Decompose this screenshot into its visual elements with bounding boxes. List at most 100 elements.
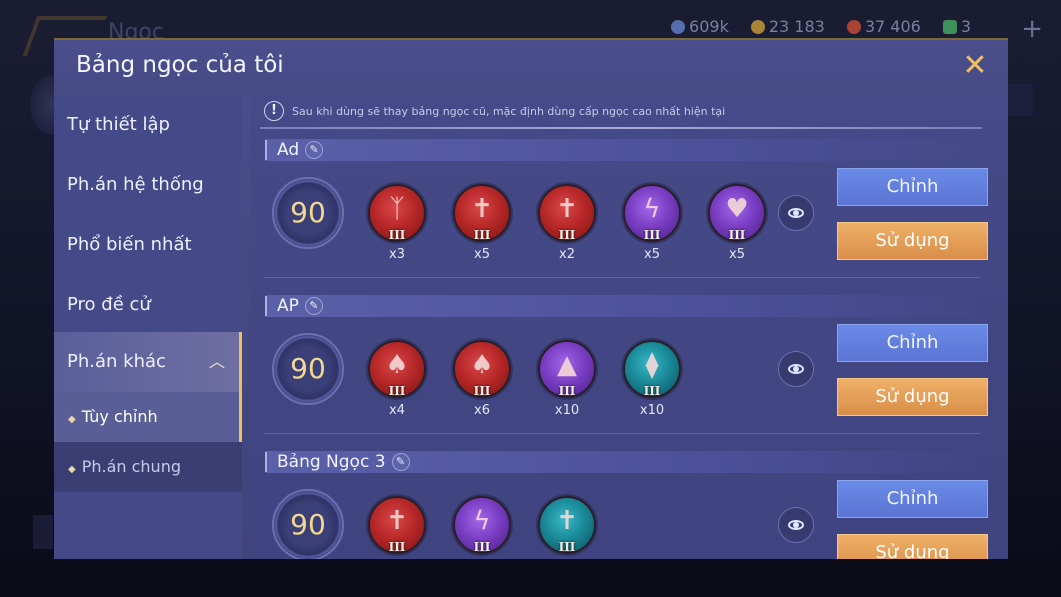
rune-sets-panel: ! Sau khi dùng sẽ thay bảng ngọc cũ, mặc… — [250, 95, 1008, 559]
rune-gem[interactable]: ϟ III — [453, 496, 511, 554]
background-panel-edge — [33, 515, 53, 549]
gem-tier: III — [388, 384, 406, 398]
rune-set-name: AP — [277, 296, 299, 316]
gem-tier: III — [643, 228, 661, 242]
background-side-panel — [1005, 84, 1033, 116]
crystal-icon: ⧫ — [645, 350, 659, 380]
gem-count: x2 — [559, 247, 575, 262]
sidebar-item-other-plans[interactable]: Ph.án khác ︿ — [54, 332, 242, 392]
modal-header: Bảng ngọc của tôi ✕ — [54, 40, 1008, 95]
drop-icon: ▲ — [557, 350, 577, 380]
divider — [260, 127, 982, 129]
gem-tier: III — [643, 384, 661, 398]
rune-gem[interactable]: ♠ III — [368, 340, 426, 398]
sword-icon: ✝ — [471, 194, 493, 224]
rune-set-header: Ad ✎ — [265, 139, 981, 161]
edit-button[interactable]: Chỉnh — [837, 324, 988, 362]
gem-count: x5 — [729, 247, 745, 262]
level-badge: 90 — [272, 177, 344, 249]
gem-tier: III — [558, 228, 576, 242]
sidebar-item-pro-recommended[interactable]: Pro đề cử — [54, 275, 242, 335]
ruby-icon — [846, 19, 861, 34]
header-marker — [265, 140, 267, 160]
pencil-icon[interactable]: ✎ — [391, 453, 410, 471]
rune-gem[interactable]: ϟ III — [623, 184, 681, 242]
notice: ! Sau khi dùng sẽ thay bảng ngọc cũ, mặc… — [264, 101, 725, 121]
sidebar: Tự thiết lập Ph.án hệ thống Phổ biến nhấ… — [54, 95, 242, 559]
rune-gem[interactable]: ♥ III — [708, 184, 766, 242]
gem-count: x5 — [644, 247, 660, 262]
gem-tier: III — [558, 384, 576, 398]
rune-set-name: Bảng Ngọc 3 — [277, 452, 386, 472]
currency-ruby: 37 406 — [846, 17, 921, 36]
divider — [264, 433, 980, 434]
gem-tier: III — [728, 228, 746, 242]
sidebar-item-most-popular[interactable]: Phổ biến nhất — [54, 215, 242, 275]
level-badge: 90 — [272, 333, 344, 405]
sidebar-subitem-custom[interactable]: ◆ Tùy chỉnh — [54, 392, 242, 442]
rune-gem[interactable]: ⧫ III — [623, 340, 681, 398]
notice-text: Sau khi dùng sẽ thay bảng ngọc cũ, mặc đ… — [292, 104, 726, 118]
currency-coin: 609k — [671, 17, 729, 36]
rune-set-header: Bảng Ngọc 3 ✎ — [265, 451, 981, 473]
eye-pupil — [793, 366, 799, 372]
chevron-up-icon: ︿ — [208, 352, 225, 371]
spade-icon: ♠ — [385, 350, 409, 380]
level-badge: 90 — [272, 489, 344, 559]
use-button[interactable]: Sử dụng — [837, 222, 988, 260]
rune-set: Bảng Ngọc 3 ✎ 90 ✝ III ϟ III ✝ III Chỉnh Sử… — [250, 451, 1008, 559]
edit-button[interactable]: Chỉnh — [837, 480, 988, 518]
gem-count: x10 — [554, 403, 580, 418]
gold-icon — [750, 19, 765, 34]
rune-gem[interactable]: ᛉ III — [368, 184, 426, 242]
spade-icon: ♠ — [470, 350, 494, 380]
rune-set-header: AP ✎ — [265, 295, 981, 317]
rune-gem[interactable]: ✝ III — [538, 184, 596, 242]
gem-tier: III — [473, 228, 491, 242]
gem-tier: III — [473, 384, 491, 398]
rune-set: Ad ✎ 90 ᛉ III x3 ✝ III x5 ✝ III x2 ϟ III x5 … — [250, 139, 1008, 296]
sidebar-item-system-plan[interactable]: Ph.án hệ thống — [54, 155, 242, 215]
gem-count: x4 — [389, 403, 405, 418]
use-button[interactable]: Sử dụng — [837, 534, 988, 559]
preview-eye-button[interactable] — [778, 195, 814, 231]
currency-gold: 23 183 — [750, 17, 825, 36]
bullet-icon: ◆ — [68, 414, 76, 425]
modal-title: Bảng ngọc của tôi — [76, 52, 284, 78]
divider — [264, 277, 980, 278]
header-marker — [265, 296, 267, 316]
preview-eye-button[interactable] — [778, 351, 814, 387]
gem-tier: III — [388, 540, 406, 554]
sidebar-subitem-shared[interactable]: ◆ Ph.án chung — [54, 442, 242, 492]
preview-eye-button[interactable] — [778, 507, 814, 543]
sword-icon: ✝ — [386, 506, 408, 536]
add-currency-button[interactable]: + — [1021, 14, 1043, 44]
gem-count: x5 — [474, 247, 490, 262]
sword-icon: ✝ — [556, 506, 578, 536]
rune-gem[interactable]: ♠ III — [453, 340, 511, 398]
warning-icon: ! — [264, 101, 284, 121]
rune-gem[interactable]: ▲ III — [538, 340, 596, 398]
sidebar-item-custom-setup[interactable]: Tự thiết lập — [54, 95, 242, 155]
rune-gem[interactable]: ✝ III — [538, 496, 596, 554]
gem-tier: III — [473, 540, 491, 554]
use-button[interactable]: Sử dụng — [837, 378, 988, 416]
heart-icon: ♥ — [725, 194, 749, 224]
eye-pupil — [793, 522, 799, 528]
rune-set: AP ✎ 90 ♠ III x4 ♠ III x6 ▲ III x10 ⧫ III x1… — [250, 295, 1008, 452]
eye-pupil — [793, 210, 799, 216]
sword-icon: ✝ — [556, 194, 578, 224]
currency-ticket: 3 — [942, 17, 971, 36]
gem-tier: III — [558, 540, 576, 554]
rune-gem[interactable]: ✝ III — [453, 184, 511, 242]
close-icon[interactable]: ✕ — [960, 51, 990, 82]
pencil-icon[interactable]: ✎ — [305, 141, 324, 159]
lightning-icon: ϟ — [473, 506, 491, 536]
gem-tier: III — [388, 228, 406, 242]
gem-count: x6 — [474, 403, 490, 418]
edit-button[interactable]: Chỉnh — [837, 168, 988, 206]
rune-gem[interactable]: ✝ III — [368, 496, 426, 554]
pencil-icon[interactable]: ✎ — [304, 297, 323, 315]
bullet-icon: ◆ — [68, 464, 76, 475]
rune-set-name: Ad — [277, 140, 300, 160]
